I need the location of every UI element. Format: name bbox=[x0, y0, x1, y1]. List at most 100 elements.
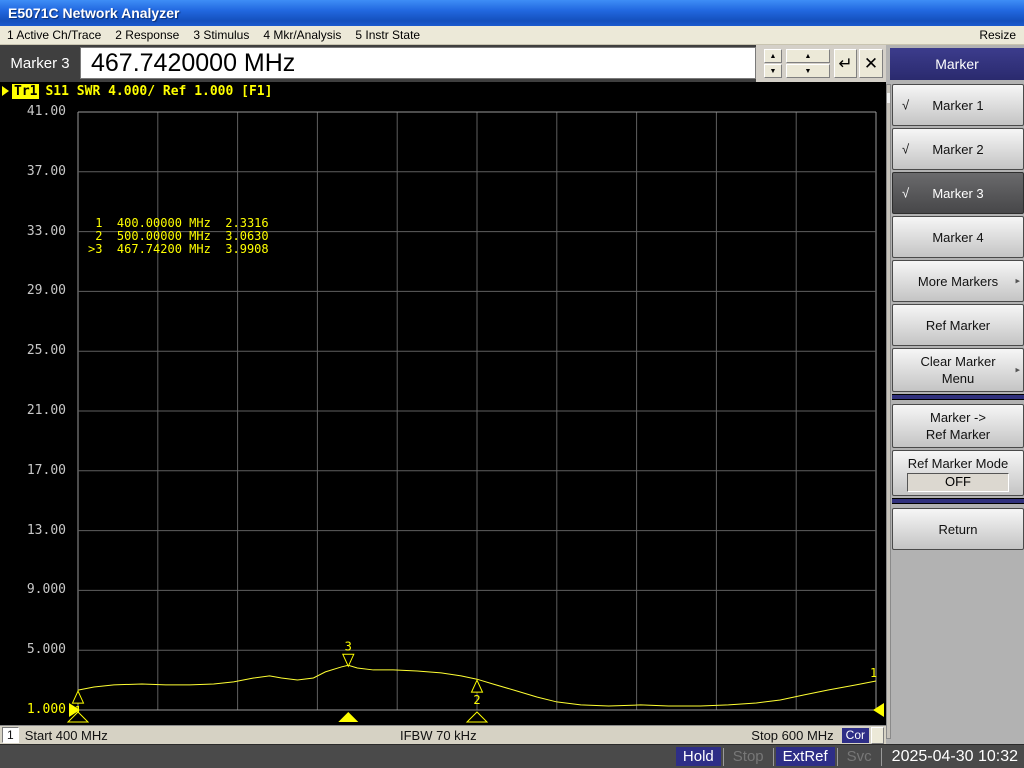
entry-close-button[interactable]: ✕ bbox=[859, 49, 883, 78]
softkey-value-box: OFF bbox=[907, 473, 1009, 492]
marker-readout-table: 1 400.00000 MHz 2.3316 2 500.00000 MHz 3… bbox=[88, 217, 269, 256]
marker-value-input[interactable]: 467.7420000 MHz bbox=[80, 47, 756, 79]
correction-status-badge: Cor bbox=[842, 728, 869, 743]
menu-item-resize[interactable]: Resize bbox=[979, 28, 1024, 42]
menu-bar: 1 Active Ch/Trace2 Response3 Stimulus4 M… bbox=[0, 26, 1024, 45]
title-bar: E5071C Network Analyzer bbox=[0, 0, 1024, 26]
softkey-label: Marker 2 bbox=[932, 141, 983, 158]
menu-item-1[interactable]: 1 Active Ch/Trace bbox=[0, 28, 108, 42]
softkey-clear-marker-menu[interactable]: Clear MarkerMenu ▸ bbox=[892, 348, 1024, 392]
y-axis-tick-label: 25.00 bbox=[4, 343, 66, 358]
softkey-label: Clear Marker bbox=[920, 353, 995, 370]
instrument-screen: E5071C Network Analyzer 1 Active Ch/Trac… bbox=[0, 0, 1024, 768]
marker-3-number: 3 bbox=[345, 639, 352, 653]
taskbar-divider bbox=[723, 748, 724, 766]
y-axis-tick-label: 37.00 bbox=[4, 164, 66, 179]
softkey-separator bbox=[892, 394, 1024, 400]
menu-item-4[interactable]: 4 Mkr/Analysis bbox=[256, 28, 348, 42]
softkey-marker-1[interactable]: √ Marker 1 bbox=[892, 84, 1024, 126]
ifbw-label: IFBW 70 kHz bbox=[400, 728, 477, 743]
softkey-label: Menu bbox=[942, 370, 975, 387]
softkey-return[interactable]: Return bbox=[892, 508, 1024, 550]
softkey-label: Marker 3 bbox=[932, 185, 983, 202]
clock: 2025-04-30 10:32 bbox=[884, 748, 1024, 766]
taskbar: Hold Stop ExtRef Svc 2025-04-30 10:32 bbox=[0, 744, 1024, 768]
taskbar-item-extref[interactable]: ExtRef bbox=[776, 747, 835, 766]
swr-chart: 1123 bbox=[0, 100, 886, 725]
softkey-marker-3[interactable]: √ Marker 3 bbox=[892, 172, 1024, 214]
check-icon: √ bbox=[902, 141, 909, 158]
y-axis-tick-label: 33.00 bbox=[4, 224, 66, 239]
marker-3-stimulus-indicator bbox=[338, 712, 358, 722]
channel-status-bar: 1 Start 400 MHz IFBW 70 kHz Stop 600 MHz… bbox=[0, 725, 886, 744]
active-trace-arrow-icon bbox=[2, 86, 9, 96]
entry-buttons-panel: ▲ ▼ ▲ ▼ ↵ ✕ bbox=[756, 45, 886, 82]
y-axis-tick-label: 13.00 bbox=[4, 523, 66, 538]
marker-2-stimulus-indicator bbox=[467, 712, 487, 722]
start-frequency-label: Start 400 MHz bbox=[25, 728, 108, 743]
ref-level-arrow-right bbox=[873, 703, 884, 717]
softkey-sidebar: Marker √ Marker 1 √ Marker 2 √ Marker 3 Marker… bbox=[886, 45, 1024, 744]
y-axis-tick-label: 1.000 bbox=[4, 702, 66, 717]
marker-2-number: 2 bbox=[473, 693, 480, 707]
spinner-large-up-button[interactable]: ▲ bbox=[786, 49, 830, 63]
taskbar-divider bbox=[881, 748, 882, 766]
status-right-group: Stop 600 MHz Cor bbox=[751, 727, 886, 744]
softkey-buttons: √ Marker 1 √ Marker 2 √ Marker 3 Marker 4 More … bbox=[892, 84, 1024, 552]
softkey-label: Return bbox=[938, 521, 977, 538]
menu-item-2[interactable]: 2 Response bbox=[108, 28, 186, 42]
submenu-arrow-icon: ▸ bbox=[1015, 362, 1020, 379]
trace-format-text: S11 SWR 4.000/ Ref 1.000 [F1] bbox=[45, 84, 272, 99]
stop-frequency-label: Stop 600 MHz bbox=[751, 728, 833, 743]
taskbar-item-svc: Svc bbox=[840, 747, 879, 766]
marker-readout-row: >3 467.74200 MHz 3.9908 bbox=[88, 243, 269, 256]
entry-bar: Marker 3 467.7420000 MHz ▲ ▼ ▲ ▼ ↵ ✕ bbox=[0, 45, 886, 82]
trace-status-bar: Tr1 S11 SWR 4.000/ Ref 1.000 [F1] bbox=[0, 82, 886, 100]
softkey-label: More Markers bbox=[918, 273, 998, 290]
softkey-label: Marker 1 bbox=[932, 97, 983, 114]
y-axis-tick-label: 21.00 bbox=[4, 403, 66, 418]
softkey-label: Ref Marker bbox=[926, 317, 990, 334]
check-icon: √ bbox=[902, 97, 909, 114]
channel-number-badge: 1 bbox=[2, 727, 19, 743]
softkey-label: Ref Marker bbox=[926, 426, 990, 443]
softkey-marker-4[interactable]: Marker 4 bbox=[892, 216, 1024, 258]
softkey-label: Marker 4 bbox=[932, 229, 983, 246]
softkey-separator bbox=[892, 498, 1024, 504]
softkey-more-markers[interactable]: More Markers ▸ bbox=[892, 260, 1024, 302]
check-icon: √ bbox=[902, 185, 909, 202]
softkey-label: Marker -> bbox=[930, 409, 986, 426]
taskbar-item-stop: Stop bbox=[726, 747, 771, 766]
marker-2-symbol bbox=[472, 680, 483, 692]
menu-item-5[interactable]: 5 Instr State bbox=[348, 28, 427, 42]
y-axis-tick-label: 9.000 bbox=[4, 582, 66, 597]
window-title: E5071C Network Analyzer bbox=[0, 5, 179, 21]
softkey-label: Ref Marker Mode bbox=[908, 455, 1008, 472]
spinner-large-down-button[interactable]: ▼ bbox=[786, 64, 830, 78]
softkey-ref-marker-mode[interactable]: Ref Marker ModeOFF bbox=[892, 450, 1024, 496]
trace-name-badge[interactable]: Tr1 bbox=[12, 84, 39, 99]
y-axis-tick-label: 41.00 bbox=[4, 104, 66, 119]
taskbar-item-hold[interactable]: Hold bbox=[676, 747, 721, 766]
menu-item-3[interactable]: 3 Stimulus bbox=[186, 28, 256, 42]
softkey-marker-to-ref-marker[interactable]: Marker ->Ref Marker bbox=[892, 404, 1024, 448]
softkey-menu-title: Marker bbox=[890, 48, 1024, 80]
spinner-small-up-button[interactable]: ▲ bbox=[764, 49, 782, 63]
taskbar-divider bbox=[837, 748, 838, 766]
softkey-scrollbar[interactable] bbox=[886, 84, 891, 739]
y-axis-tick-label: 5.000 bbox=[4, 642, 66, 657]
submenu-arrow-icon: ▸ bbox=[1015, 273, 1020, 290]
status-corner-box bbox=[871, 727, 884, 744]
trace-number-label: 1 bbox=[870, 666, 877, 680]
softkey-scrollbar-thumb[interactable] bbox=[887, 93, 890, 103]
y-axis-tick-label: 17.00 bbox=[4, 463, 66, 478]
plot-area: 1123 41.0037.0033.0029.0025.0021.0017.00… bbox=[0, 100, 886, 725]
marker-1-symbol bbox=[73, 691, 84, 703]
spinner-small-down-button[interactable]: ▼ bbox=[764, 64, 782, 78]
menu-items: 1 Active Ch/Trace2 Response3 Stimulus4 M… bbox=[0, 28, 427, 42]
taskbar-divider bbox=[773, 748, 774, 766]
entry-label: Marker 3 bbox=[0, 45, 80, 82]
softkey-marker-2[interactable]: √ Marker 2 bbox=[892, 128, 1024, 170]
entry-enter-button[interactable]: ↵ bbox=[834, 49, 857, 78]
softkey-ref-marker[interactable]: Ref Marker bbox=[892, 304, 1024, 346]
